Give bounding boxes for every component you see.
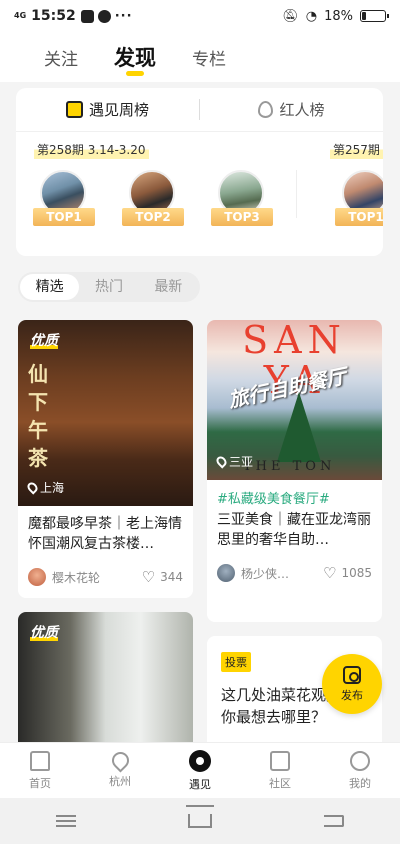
week-period-label-next: 第257期 [330,140,383,159]
tab-influencer-rank-label: 红人榜 [279,101,325,119]
rank-entry[interactable]: TOP3 [211,170,273,226]
feed-card[interactable]: 优质 仙下午茶 上海 魔都最哆早茶｜老上海情怀国潮风复古茶楼… 樱木花轮 ♡ 3… [18,320,193,598]
more-notifications: ··· [114,8,133,24]
tab-follow[interactable]: 关注 [44,45,78,70]
location-tag: 三亚 [214,453,254,470]
rank-entry[interactable]: TOP2 [122,170,184,226]
poll-badge: 投票 [221,652,251,672]
nav-city[interactable]: 杭州 [80,743,160,798]
filter-hot[interactable]: 热门 [79,274,138,300]
camera-icon [343,665,361,684]
card-title: 三亚美食｜藏在亚龙湾丽思里的奢华自助… [217,512,371,548]
nav-profile-label: 我的 [349,776,371,790]
quality-badge: 优质 [30,330,58,349]
wifi-icon: ◔ [305,8,318,24]
like-count: 1085 [341,566,372,580]
tab-discover[interactable]: 发现 [114,42,156,76]
feed-card[interactable]: 优质 [18,612,193,752]
status-bar: 4G 15:52 ··· 🔕︎ ◔ 18% [0,0,400,32]
nav-home[interactable]: 首页 [0,743,80,798]
heart-icon[interactable]: ♡ [323,564,336,582]
battery-percent: 18% [324,8,353,24]
feed-filter: 精选 热门 最新 [18,272,200,302]
mute-icon: 🔕︎ [282,8,299,24]
cover-title: 仙下午茶 [28,362,49,470]
rank-card: 遇见周榜 红人榜 第258期 3.14-3.20 第257期 TOP1 TOP2… [16,88,383,256]
author-name: 樱木花轮 [52,570,101,585]
rank-entry[interactable]: TOP1 [33,170,95,226]
discover-icon [189,749,211,772]
mail-icon [80,9,94,23]
location-pin-icon [25,480,40,495]
profile-icon [350,750,370,771]
rank-badge: TOP2 [122,208,184,226]
tree-graphic [277,392,321,462]
location-label: 上海 [40,481,65,495]
location-label: 三亚 [229,455,254,469]
location-tag: 上海 [25,479,65,496]
app-icon [97,9,111,23]
author-name: 杨少侠… [241,566,290,581]
status-time: 15:52 [31,8,76,24]
quality-badge: 优质 [30,622,58,641]
divider [296,170,297,218]
nav-home-label: 首页 [29,776,51,790]
cover-image: 优质 [18,612,193,752]
home-icon [30,750,50,771]
rank-badge: TOP3 [211,208,273,226]
heart-icon[interactable]: ♡ [142,568,155,586]
filter-featured[interactable]: 精选 [20,274,80,300]
cover-image: 优质 仙下午茶 上海 [18,320,193,506]
nav-discover[interactable]: 遇见 [160,743,240,798]
filter-latest[interactable]: 最新 [139,274,198,300]
battery-icon [360,10,389,22]
week-period-label: 第258期 3.14-3.20 [34,140,149,159]
location-icon [107,748,133,773]
feed-card[interactable]: SAN YA 旅行自助餐厅 THE TON 三亚 #私藏级美食餐厅# 三亚美食｜… [207,320,382,622]
flame-icon [258,101,274,118]
back-icon[interactable] [324,815,344,827]
rank-icon [65,101,83,118]
top-tabs: 关注 发现 专栏 [0,32,400,82]
system-home-icon[interactable] [186,805,214,828]
location-pin-icon [214,454,229,469]
tab-weekly-rank-label: 遇见周榜 [88,101,149,119]
tab-influencer-rank[interactable]: 红人榜 [199,99,383,120]
author-avatar [28,568,46,586]
rank-entry[interactable]: TOP1 [335,170,383,226]
like-count: 344 [160,570,183,584]
nav-community[interactable]: 社区 [240,743,320,798]
menu-icon[interactable] [56,815,76,827]
nav-discover-label: 遇见 [189,777,211,791]
system-nav-bar [0,798,400,844]
topic-tag[interactable]: #私藏级美食餐厅# [217,488,372,507]
nav-city-label: 杭州 [109,775,131,788]
cover-image: SAN YA 旅行自助餐厅 THE TON 三亚 [207,320,382,480]
publish-label: 发布 [341,688,363,702]
tab-weekly-rank[interactable]: 遇见周榜 [16,99,199,120]
author-avatar [217,564,235,582]
bottom-nav: 首页 杭州 遇见 社区 我的 [0,742,400,798]
publish-button[interactable]: 发布 [322,654,382,714]
signal-icon: 4G [14,11,27,20]
card-title: 魔都最哆早茶｜老上海情怀国潮风复古茶楼… [28,516,182,552]
nav-profile[interactable]: 我的 [320,743,400,798]
tab-column[interactable]: 专栏 [192,45,226,70]
nav-community-label: 社区 [269,776,291,790]
rank-badge: TOP1 [335,208,383,226]
rank-badge: TOP1 [33,208,95,226]
community-icon [270,750,290,771]
